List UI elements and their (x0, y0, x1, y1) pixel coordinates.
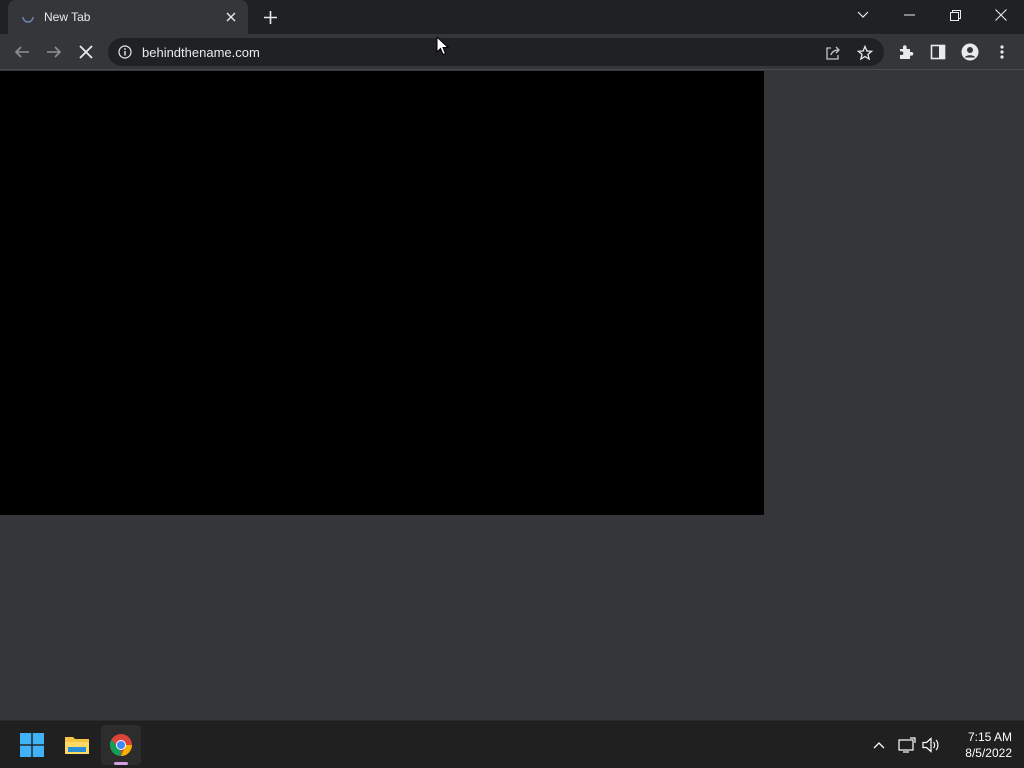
side-panel-icon (930, 44, 946, 60)
forward-button[interactable] (40, 38, 68, 66)
spinner-icon (22, 16, 34, 23)
star-icon (857, 45, 873, 61)
close-icon (995, 9, 1007, 21)
tab-search-button[interactable] (840, 0, 886, 30)
tab-title: New Tab (44, 10, 91, 24)
info-icon[interactable] (118, 45, 132, 59)
page-black-block (0, 71, 764, 515)
kebab-menu-icon (1000, 45, 1004, 59)
tab-close-button[interactable] (222, 8, 240, 26)
side-panel-button[interactable] (924, 38, 952, 66)
volume-icon (922, 737, 939, 753)
start-button[interactable] (12, 725, 52, 765)
share-icon (826, 46, 840, 60)
minimize-button[interactable] (886, 0, 932, 30)
mouse-cursor-icon (436, 36, 450, 56)
forward-arrow-icon (47, 46, 62, 58)
profile-button[interactable] (956, 38, 984, 66)
windows-logo-icon (20, 733, 44, 757)
taskbar: 7:15 AM 8/5/2022 (0, 720, 1024, 768)
back-arrow-icon (14, 46, 29, 58)
network-icon (898, 737, 916, 753)
address-bar[interactable]: behindthename.com (108, 38, 884, 66)
close-window-button[interactable] (978, 0, 1024, 30)
show-hidden-icons-button[interactable] (868, 733, 890, 757)
stop-icon (79, 45, 93, 59)
volume-button[interactable] (920, 733, 942, 757)
chrome-icon (110, 734, 132, 756)
new-tab-button[interactable] (258, 5, 282, 29)
chevron-up-icon (873, 742, 885, 749)
file-explorer-button[interactable] (57, 725, 97, 765)
clock-time: 7:15 AM (967, 730, 1012, 744)
folder-icon (65, 737, 89, 754)
chrome-taskbar-button[interactable] (101, 725, 141, 765)
share-button[interactable] (822, 42, 844, 64)
minimize-icon (903, 14, 915, 16)
chevron-down-icon (857, 11, 869, 18)
profile-icon (961, 43, 979, 61)
back-button[interactable] (8, 38, 36, 66)
plus-icon (263, 10, 277, 24)
taskbar-clock[interactable]: 7:15 AM 8/5/2022 (948, 729, 1012, 761)
puzzle-icon (900, 45, 914, 59)
url-text[interactable]: behindthename.com (142, 45, 260, 60)
active-app-indicator (114, 762, 128, 765)
close-icon (226, 12, 236, 22)
restore-icon (949, 9, 961, 21)
tab-new-tab[interactable]: New Tab (8, 0, 248, 34)
tab-strip: New Tab (0, 0, 1024, 34)
stop-loading-button[interactable] (72, 38, 100, 66)
clock-date: 8/5/2022 (965, 746, 1012, 760)
bookmark-button[interactable] (854, 42, 876, 64)
network-button[interactable] (896, 733, 918, 757)
browser-toolbar: behindthename.com (0, 34, 1024, 70)
page-content[interactable] (0, 71, 1024, 720)
menu-button[interactable] (988, 38, 1016, 66)
extensions-button[interactable] (892, 38, 920, 66)
restore-button[interactable] (932, 0, 978, 30)
